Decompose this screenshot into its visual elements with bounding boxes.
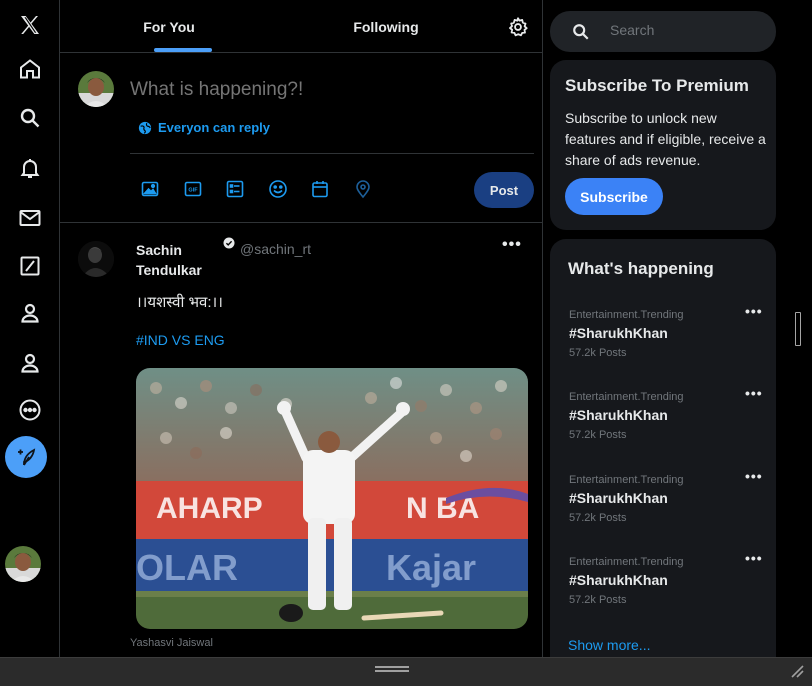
gif-icon[interactable]: GIF — [183, 179, 203, 199]
globe-icon — [138, 121, 152, 134]
tweet-author-avatar[interactable] — [78, 241, 114, 277]
schedule-icon[interactable] — [310, 179, 330, 199]
profile-icon[interactable] — [0, 296, 60, 330]
svg-text:AHARP: AHARP — [156, 492, 263, 525]
trend-more-button[interactable]: ••• — [745, 468, 763, 484]
resize-grip-icon[interactable] — [790, 664, 804, 678]
compose-post-button[interactable] — [5, 436, 47, 478]
image-icon[interactable] — [140, 179, 160, 199]
trend-post-count: 57.2k Posts — [569, 429, 627, 441]
left-nav — [0, 0, 60, 657]
gear-icon[interactable] — [507, 16, 529, 38]
emoji-icon[interactable] — [268, 179, 288, 199]
show-more-link[interactable]: Show more... — [568, 637, 650, 653]
communities-icon[interactable] — [0, 346, 60, 380]
reply-setting-label: Everyon can reply — [158, 120, 270, 135]
location-icon[interactable] — [353, 179, 373, 199]
trend-item[interactable]: Entertainment.Trending #SharukhKhan 57.2… — [550, 468, 776, 544]
reply-setting[interactable]: Everyon can reply — [138, 120, 270, 135]
messages-icon[interactable] — [0, 201, 60, 235]
timeline-tabs: For You Following — [60, 0, 542, 53]
tweet-image-caption: Yashasvi Jaiswal — [130, 637, 213, 649]
main-timeline: For You Following Everyon can reply GIF … — [60, 0, 543, 657]
trend-category: Entertainment.Trending — [569, 474, 684, 486]
tweet-text: ।।यशस्वी भव:।। — [136, 294, 223, 311]
tweet-more-button[interactable]: ••• — [502, 236, 522, 254]
trend-name: #SharukhKhan — [569, 325, 668, 341]
vertical-resize-handle[interactable] — [795, 312, 801, 346]
tweet-author-handle[interactable]: @sachin_rt — [240, 241, 311, 257]
feather-plus-icon — [18, 448, 36, 466]
search-icon — [573, 24, 589, 40]
trend-name: #SharukhKhan — [569, 572, 668, 588]
composer-input[interactable] — [130, 79, 520, 101]
whats-happening-panel: What's happening Entertainment.Trending … — [550, 239, 776, 657]
bottom-resize-bar — [0, 657, 812, 686]
premium-card: Subscribe To Premium Subscribe to unlock… — [550, 60, 776, 230]
trend-category: Entertainment.Trending — [569, 556, 684, 568]
trend-category: Entertainment.Trending — [569, 309, 684, 321]
svg-text:Kajar: Kajar — [386, 547, 476, 588]
trend-more-button[interactable]: ••• — [745, 550, 763, 566]
tweet-image[interactable]: AHARP N BA OLAR Kajar — [136, 368, 528, 629]
trend-post-count: 57.2k Posts — [569, 347, 627, 359]
more-icon[interactable] — [0, 393, 60, 427]
post-composer: Everyon can reply GIF Post — [60, 53, 542, 223]
right-sidebar: Subscribe To Premium Subscribe to unlock… — [544, 0, 812, 657]
active-tab-indicator — [154, 48, 212, 52]
premium-title: Subscribe To Premium — [565, 76, 749, 95]
tab-following[interactable]: Following — [330, 0, 442, 53]
search-box[interactable] — [550, 11, 776, 52]
svg-text:OLAR: OLAR — [136, 547, 238, 588]
grok-icon[interactable] — [0, 249, 60, 283]
whats-happening-title: What's happening — [568, 259, 714, 278]
trend-item[interactable]: Entertainment.Trending #SharukhKhan 57.2… — [550, 385, 776, 461]
tab-for-you[interactable]: For You — [120, 0, 218, 53]
trend-item[interactable]: Entertainment.Trending #SharukhKhan 57.2… — [550, 550, 776, 626]
trend-item[interactable]: Entertainment.Trending #SharukhKhan 57.2… — [550, 303, 776, 379]
subscribe-button[interactable]: Subscribe — [565, 178, 663, 215]
notifications-icon[interactable] — [0, 151, 60, 185]
trend-more-button[interactable]: ••• — [745, 385, 763, 401]
tweet[interactable]: Sachin Tendulkar @sachin_rt ••• ।।यशस्वी… — [60, 224, 542, 657]
account-avatar[interactable] — [5, 546, 41, 582]
trend-name: #SharukhKhan — [569, 407, 668, 423]
horizontal-drag-handle[interactable] — [375, 666, 409, 672]
trend-more-button[interactable]: ••• — [745, 303, 763, 319]
search-input[interactable] — [610, 22, 760, 38]
home-icon[interactable] — [0, 52, 60, 86]
trend-post-count: 57.2k Posts — [569, 512, 627, 524]
composer-divider — [130, 153, 534, 154]
tweet-hashtag-link[interactable]: #IND VS ENG — [136, 332, 225, 348]
svg-text:GIF: GIF — [188, 188, 198, 194]
window-right-margin — [776, 0, 812, 657]
premium-description: Subscribe to unlock new features and if … — [565, 110, 766, 168]
trend-category: Entertainment.Trending — [569, 391, 684, 403]
composer-avatar — [78, 71, 114, 107]
verified-badge-icon — [223, 237, 235, 249]
poll-icon[interactable] — [225, 179, 245, 199]
post-button[interactable]: Post — [474, 172, 534, 208]
trend-name: #SharukhKhan — [569, 490, 668, 506]
explore-icon[interactable] — [0, 101, 60, 135]
tweet-author-name[interactable]: Sachin Tendulkar — [136, 240, 226, 280]
x-logo-icon[interactable] — [0, 8, 60, 42]
trend-post-count: 57.2k Posts — [569, 594, 627, 606]
